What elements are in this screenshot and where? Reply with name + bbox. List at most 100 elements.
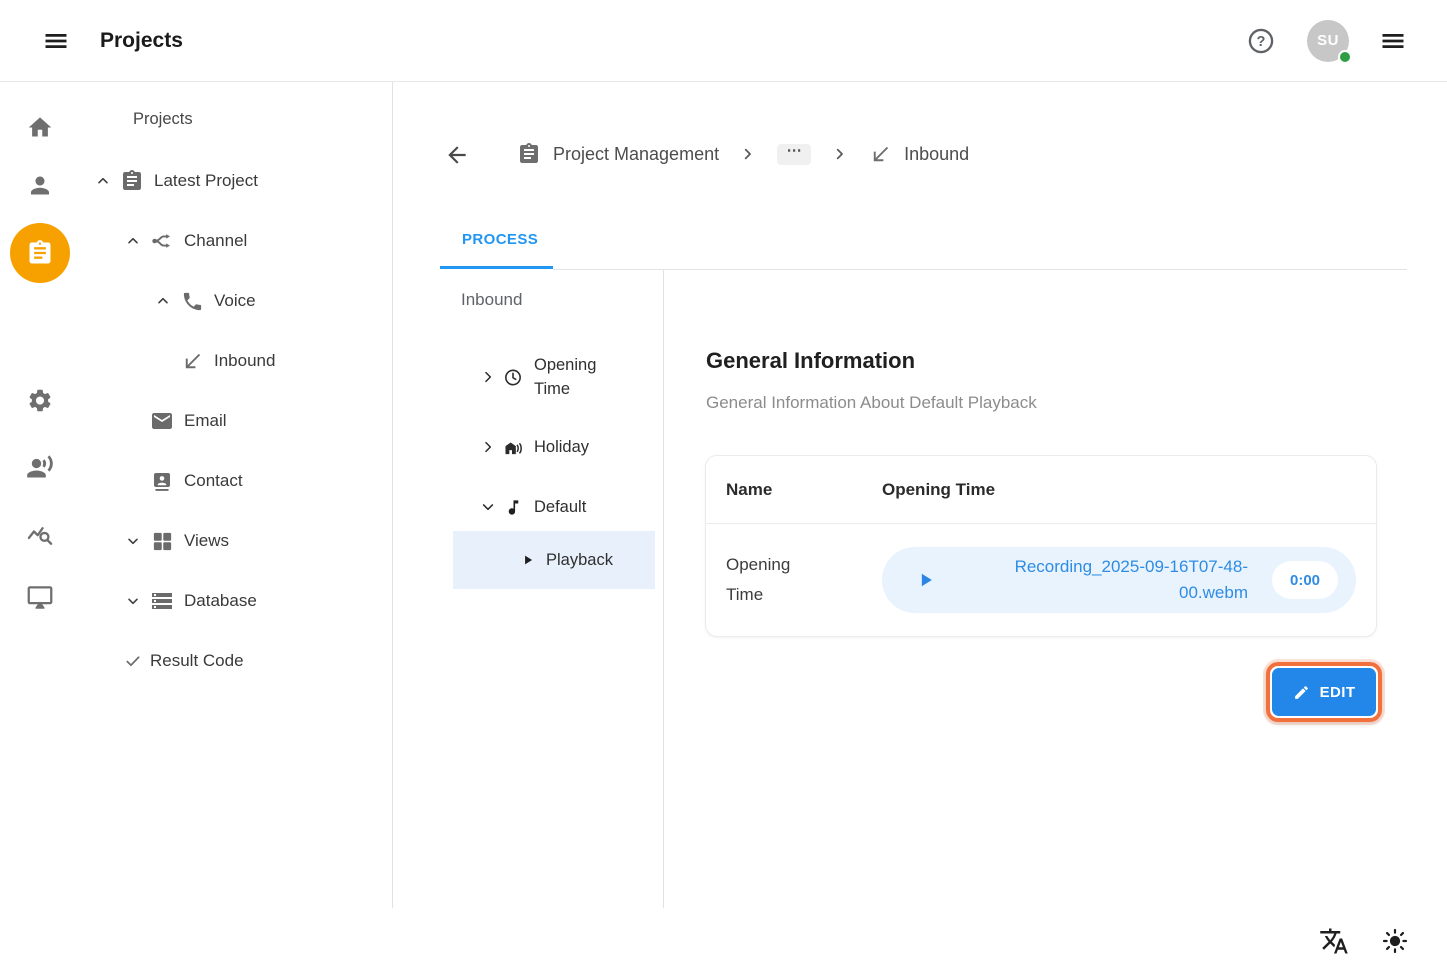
menu-right-icon[interactable]	[1379, 27, 1407, 55]
project-tree: Latest Project Channel	[80, 151, 391, 691]
sidebar-header: Projects	[133, 110, 193, 129]
check-icon	[124, 651, 142, 671]
edit-button-label: EDIT	[1320, 684, 1356, 701]
panel-item-opening-time[interactable]: Opening Time	[440, 345, 662, 409]
tree-item-label: Contact	[184, 471, 243, 491]
analytics-icon[interactable]	[26, 521, 54, 549]
phone-icon	[180, 290, 204, 313]
chevron-up-icon	[124, 233, 142, 249]
email-icon	[150, 409, 174, 433]
menu-icon[interactable]	[42, 27, 70, 55]
tree-item-label: Voice	[214, 291, 256, 311]
section-title: General Information	[706, 348, 915, 374]
clipboard-icon	[517, 142, 541, 166]
music-note-icon	[503, 498, 523, 517]
clipboard-icon	[120, 169, 144, 193]
inbound-arrow-icon	[869, 143, 892, 166]
breadcrumb-inbound[interactable]: Inbound	[869, 143, 969, 166]
projects-active-icon[interactable]	[10, 223, 70, 283]
chevron-up-icon	[94, 173, 112, 189]
pencil-icon	[1293, 684, 1310, 701]
process-panel: Inbound Opening Time	[440, 270, 664, 908]
storage-icon	[150, 589, 174, 613]
cell-name: Opening Time	[726, 550, 882, 610]
tree-item-label: Database	[184, 591, 257, 611]
tree-item-inbound[interactable]: Inbound	[80, 331, 391, 391]
column-header-opening-time: Opening Time	[882, 480, 995, 500]
back-arrow-icon[interactable]	[444, 142, 470, 168]
edit-button-highlight-ring: EDIT	[1266, 662, 1382, 722]
tree-item-database[interactable]: Database	[80, 571, 391, 631]
column-header-name: Name	[726, 480, 882, 500]
tree-item-result-code[interactable]: Result Code	[80, 631, 391, 691]
grid-icon	[150, 530, 174, 553]
breadcrumb-ellipsis[interactable]: ⋯	[777, 144, 811, 165]
chevron-right-icon	[833, 147, 847, 161]
page-title: Projects	[100, 29, 183, 53]
duration-badge: 0:00	[1272, 561, 1338, 599]
breadcrumb-project-management[interactable]: Project Management	[517, 142, 719, 166]
chevron-up-icon	[154, 293, 172, 309]
tab-divider	[553, 269, 1407, 270]
tree-item-views[interactable]: Views	[80, 511, 391, 571]
home-icon[interactable]	[27, 114, 54, 141]
panel-header: Inbound	[461, 290, 522, 310]
inbound-arrow-icon	[180, 350, 204, 373]
tree-item-voice[interactable]: Voice	[80, 271, 391, 331]
chevron-right-icon	[741, 147, 755, 161]
translate-icon[interactable]	[1319, 926, 1349, 956]
panel-item-label: Default	[534, 495, 586, 519]
page-footer-tools	[1319, 926, 1409, 956]
tree-item-label: Channel	[184, 231, 247, 251]
edit-button[interactable]: EDIT	[1272, 668, 1376, 716]
panel-item-default[interactable]: Default	[440, 477, 662, 537]
section-subtitle: General Information About Default Playba…	[706, 393, 1037, 413]
audio-player: Recording_2025-09-16T07-48-00.webm 0:00	[882, 547, 1356, 613]
play-icon	[521, 552, 535, 568]
tree-item-label: Views	[184, 531, 229, 551]
topbar-actions: ? SU	[1247, 20, 1407, 62]
chevron-right-icon	[481, 370, 495, 384]
tree-item-latest-project[interactable]: Latest Project	[80, 151, 391, 211]
chevron-down-icon	[481, 500, 495, 514]
panel-item-label: Opening Time	[534, 353, 604, 401]
tree-item-channel[interactable]: Channel	[80, 211, 391, 271]
holiday-icon	[503, 437, 523, 458]
tab-active-underline	[440, 266, 553, 269]
icon-rail	[0, 82, 80, 908]
breadcrumb: Project Management ⋯ Inbound	[517, 139, 969, 169]
table-header: Name Opening Time	[706, 456, 1376, 524]
panel-item-label: Playback	[546, 548, 613, 572]
tree-item-label: Latest Project	[154, 171, 258, 191]
topbar: Projects ? SU	[0, 0, 1447, 82]
panel-item-playback[interactable]: Playback	[453, 531, 655, 589]
general-info-card: Name Opening Time Opening Time Recording…	[705, 455, 1377, 637]
tree-item-label: Email	[184, 411, 227, 431]
chevron-down-icon	[124, 533, 142, 549]
table-row: Opening Time Recording_2025-09-16T07-48-…	[706, 524, 1376, 636]
breadcrumb-label: Inbound	[904, 144, 969, 165]
online-status-dot	[1338, 50, 1352, 64]
panel-item-holiday[interactable]: Holiday	[440, 417, 662, 477]
svg-text:?: ?	[1257, 33, 1266, 49]
tree-item-contact[interactable]: Contact	[80, 451, 391, 511]
chevron-right-icon	[481, 440, 495, 454]
play-button-icon[interactable]	[916, 570, 936, 590]
user-icon[interactable]	[27, 172, 54, 199]
tree-item-label: Inbound	[214, 351, 275, 371]
tab-process[interactable]: PROCESS	[462, 231, 538, 248]
project-tree-sidebar: Projects Latest Project	[80, 82, 393, 908]
avatar[interactable]: SU	[1307, 20, 1349, 62]
settings-gear-icon[interactable]	[27, 387, 54, 414]
page: Projects ? SU	[0, 0, 1447, 970]
voice-agent-icon[interactable]	[26, 453, 54, 481]
brightness-icon[interactable]	[1381, 927, 1409, 955]
contact-card-icon	[150, 469, 174, 493]
breadcrumb-label: Project Management	[553, 144, 719, 165]
split-icon	[150, 229, 174, 253]
tree-item-email[interactable]: Email	[80, 391, 391, 451]
monitor-icon[interactable]	[27, 584, 54, 611]
tree-item-label: Result Code	[150, 651, 244, 671]
help-icon[interactable]: ?	[1247, 27, 1275, 55]
clock-icon	[503, 367, 523, 388]
